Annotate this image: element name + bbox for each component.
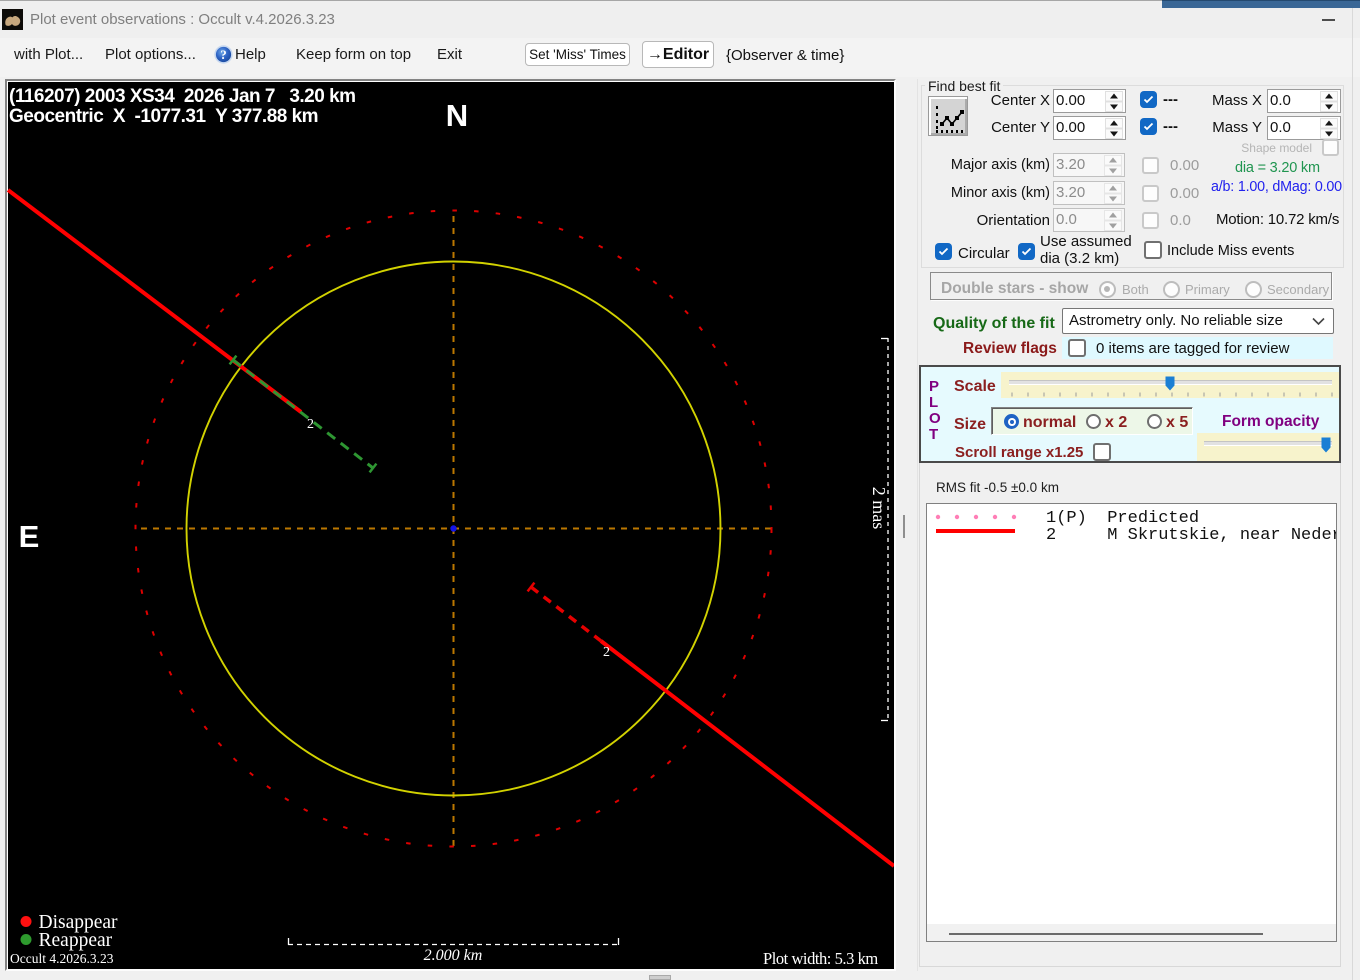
svg-text:Occult 4.2026.3.23: Occult 4.2026.3.23 bbox=[10, 951, 114, 966]
svg-text:2: 2 bbox=[603, 645, 610, 660]
svg-text:(116207) 2003 XS34 2026 Jan 7: (116207) 2003 XS34 2026 Jan 7 3.20 km bbox=[9, 86, 356, 107]
svg-text:2: 2 bbox=[307, 417, 314, 432]
svg-text:2.000 km: 2.000 km bbox=[424, 947, 483, 964]
svg-text:E: E bbox=[19, 519, 40, 554]
svg-text:N: N bbox=[446, 98, 468, 133]
svg-text:2 mas: 2 mas bbox=[869, 487, 889, 530]
svg-text:Plot width: 5.3 km: Plot width: 5.3 km bbox=[763, 949, 878, 968]
svg-text:?: ? bbox=[220, 47, 227, 62]
svg-text:Reappear: Reappear bbox=[39, 930, 113, 951]
svg-text:Geocentric X -1077.31 Y 377: Geocentric X -1077.31 Y 377.88 km bbox=[9, 106, 318, 127]
svg-text:2 M Skrutskie, near Nederl: 2 M Skrutskie, near Nederl bbox=[1046, 526, 1336, 545]
